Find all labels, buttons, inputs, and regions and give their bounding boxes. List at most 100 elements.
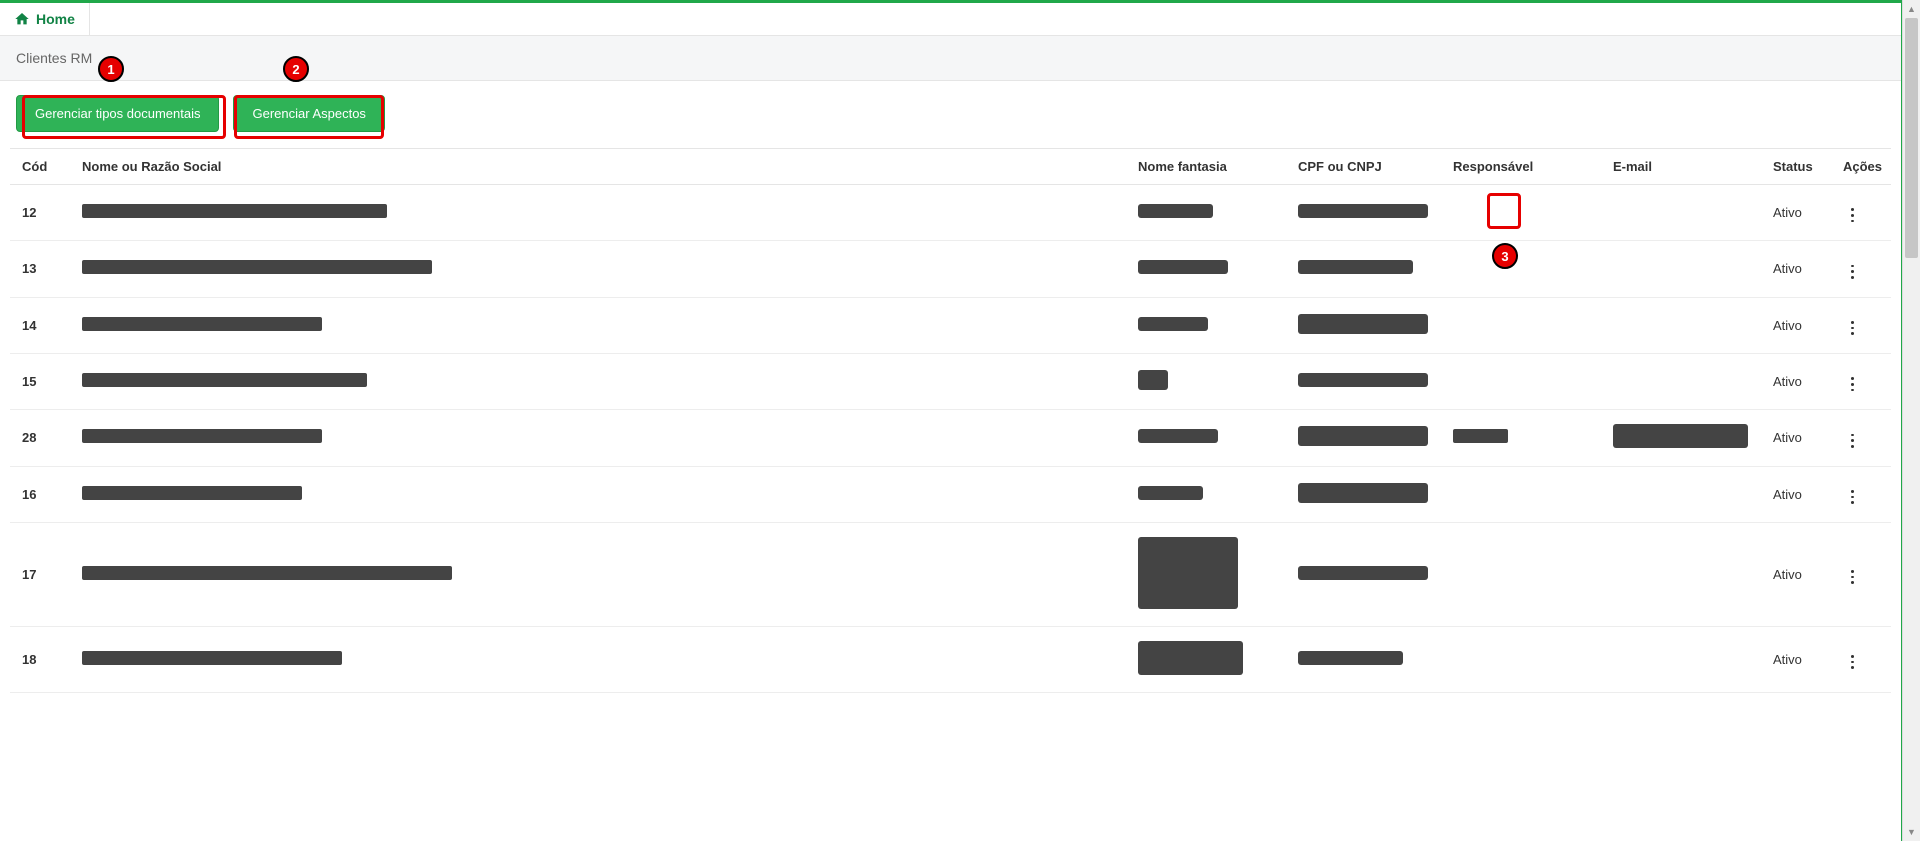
redacted-value bbox=[1298, 314, 1428, 334]
row-actions-button[interactable] bbox=[1843, 430, 1861, 452]
th-cpf: CPF ou CNPJ bbox=[1286, 149, 1441, 185]
row-actions-button[interactable] bbox=[1843, 486, 1861, 508]
manage-doc-types-button[interactable]: Gerenciar tipos documentais bbox=[16, 95, 219, 132]
cell-cpf bbox=[1286, 626, 1441, 692]
redacted-value bbox=[1138, 486, 1203, 500]
cell-responsavel bbox=[1441, 466, 1601, 522]
th-cod: Cód bbox=[10, 149, 70, 185]
cell-status: Ativo bbox=[1761, 297, 1831, 353]
cell-fantasia bbox=[1126, 297, 1286, 353]
outer-scrollbar[interactable]: ▲ ▼ bbox=[1902, 0, 1920, 841]
redacted-value bbox=[82, 651, 342, 665]
table-row: 16Ativo bbox=[10, 466, 1891, 522]
row-actions-button[interactable] bbox=[1843, 317, 1861, 339]
more-vert-icon bbox=[1851, 332, 1854, 335]
breadcrumb: Home bbox=[0, 3, 1901, 36]
more-vert-icon bbox=[1851, 434, 1854, 437]
table-header-row: Cód Nome ou Razão Social Nome fantasia C… bbox=[10, 149, 1891, 185]
cell-status: Ativo bbox=[1761, 466, 1831, 522]
cell-cod: 17 bbox=[10, 522, 70, 626]
th-fantasia: Nome fantasia bbox=[1126, 149, 1286, 185]
cell-cpf bbox=[1286, 297, 1441, 353]
more-vert-icon bbox=[1851, 265, 1854, 268]
table-row: 13 Ativo bbox=[10, 241, 1891, 297]
redacted-value bbox=[82, 260, 432, 274]
cell-acoes bbox=[1831, 410, 1891, 466]
cell-nome bbox=[70, 353, 1126, 409]
callout-badge-2: 2 bbox=[283, 56, 309, 82]
table-row: 18Ativo bbox=[10, 626, 1891, 692]
more-vert-icon bbox=[1851, 270, 1854, 273]
row-actions-button[interactable] bbox=[1843, 204, 1861, 226]
row-actions-button[interactable] bbox=[1843, 566, 1861, 588]
manage-aspects-button[interactable]: Gerenciar Aspectos bbox=[233, 95, 384, 132]
more-vert-icon bbox=[1851, 490, 1854, 493]
table-row: 17Ativo bbox=[10, 522, 1891, 626]
scroll-thumb[interactable] bbox=[1905, 18, 1918, 258]
cell-acoes bbox=[1831, 626, 1891, 692]
cell-responsavel bbox=[1441, 185, 1601, 241]
cell-responsavel bbox=[1441, 522, 1601, 626]
th-status: Status bbox=[1761, 149, 1831, 185]
redacted-value bbox=[1298, 426, 1428, 446]
cell-cpf bbox=[1286, 241, 1441, 297]
more-vert-icon bbox=[1851, 581, 1854, 584]
cell-acoes bbox=[1831, 522, 1891, 626]
cell-status: Ativo bbox=[1761, 241, 1831, 297]
scroll-down-arrow-icon[interactable]: ▼ bbox=[1903, 823, 1920, 841]
more-vert-icon bbox=[1851, 501, 1854, 504]
more-vert-icon bbox=[1851, 666, 1854, 669]
row-actions-button[interactable] bbox=[1843, 651, 1861, 673]
more-vert-icon bbox=[1851, 389, 1854, 392]
cell-responsavel bbox=[1441, 241, 1601, 297]
cell-nome bbox=[70, 185, 1126, 241]
more-vert-icon bbox=[1851, 661, 1854, 664]
scroll-up-arrow-icon[interactable]: ▲ bbox=[1903, 0, 1920, 18]
cell-nome bbox=[70, 241, 1126, 297]
clients-table: Cód Nome ou Razão Social Nome fantasia C… bbox=[10, 148, 1891, 693]
redacted-value bbox=[1298, 204, 1428, 218]
th-acoes: Ações bbox=[1831, 149, 1891, 185]
row-actions-button[interactable] bbox=[1843, 261, 1861, 283]
cell-fantasia bbox=[1126, 466, 1286, 522]
redacted-value bbox=[1613, 424, 1748, 448]
cell-email bbox=[1601, 410, 1761, 466]
cell-fantasia bbox=[1126, 241, 1286, 297]
cell-email bbox=[1601, 626, 1761, 692]
redacted-value bbox=[1298, 651, 1403, 665]
cell-cod: 13 bbox=[10, 241, 70, 297]
row-actions-button[interactable] bbox=[1843, 373, 1861, 395]
th-nome: Nome ou Razão Social bbox=[70, 149, 1126, 185]
cell-cpf bbox=[1286, 185, 1441, 241]
breadcrumb-home-label: Home bbox=[36, 11, 75, 27]
more-vert-icon bbox=[1851, 214, 1854, 217]
cell-cpf bbox=[1286, 353, 1441, 409]
more-vert-icon bbox=[1851, 655, 1854, 658]
more-vert-icon bbox=[1851, 208, 1854, 211]
cell-cod: 12 bbox=[10, 185, 70, 241]
redacted-value bbox=[82, 204, 387, 218]
cell-email bbox=[1601, 241, 1761, 297]
cell-acoes bbox=[1831, 241, 1891, 297]
cell-cpf bbox=[1286, 466, 1441, 522]
redacted-value bbox=[1138, 260, 1228, 274]
cell-fantasia bbox=[1126, 410, 1286, 466]
redacted-value bbox=[1298, 566, 1428, 580]
redacted-value bbox=[1138, 537, 1238, 609]
redacted-value bbox=[1138, 204, 1213, 218]
table-row: 28Ativo bbox=[10, 410, 1891, 466]
breadcrumb-home-tab[interactable]: Home bbox=[0, 3, 90, 35]
cell-cod: 18 bbox=[10, 626, 70, 692]
cell-email bbox=[1601, 353, 1761, 409]
cell-acoes bbox=[1831, 466, 1891, 522]
cell-fantasia bbox=[1126, 522, 1286, 626]
th-resp: Responsável bbox=[1441, 149, 1601, 185]
cell-email bbox=[1601, 297, 1761, 353]
redacted-value bbox=[1298, 260, 1413, 274]
scroll-track[interactable] bbox=[1903, 18, 1920, 823]
redacted-value bbox=[82, 566, 452, 580]
more-vert-icon bbox=[1851, 496, 1854, 499]
redacted-value bbox=[82, 373, 367, 387]
cell-responsavel bbox=[1441, 410, 1601, 466]
more-vert-icon bbox=[1851, 576, 1854, 579]
